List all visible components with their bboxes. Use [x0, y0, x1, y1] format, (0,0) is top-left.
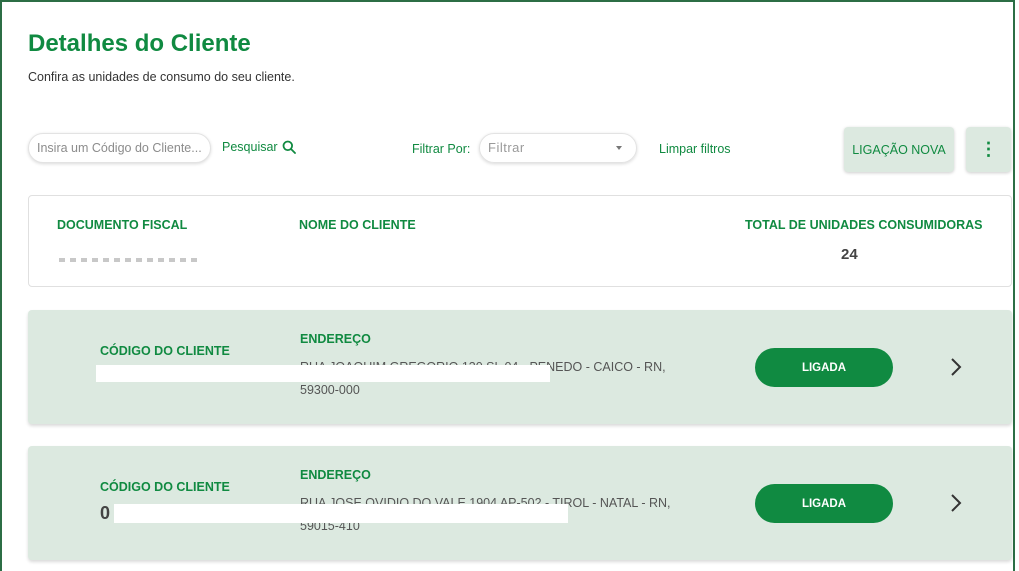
redaction-bar	[96, 365, 550, 382]
document-label: DOCUMENTO FISCAL	[57, 218, 188, 232]
filter-label: Filtrar Por:	[412, 142, 471, 156]
filter-select[interactable]: Filtrar	[479, 133, 637, 163]
chevron-right-icon[interactable]	[948, 355, 964, 379]
client-info-card: DOCUMENTO FISCAL NOME DO CLIENTE TOTAL D…	[28, 195, 1012, 287]
chevron-right-icon[interactable]	[948, 491, 964, 515]
client-code-label: CÓDIGO DO CLIENTE	[100, 480, 230, 494]
more-vertical-icon[interactable]: ⋮	[966, 127, 1011, 172]
client-code-label: CÓDIGO DO CLIENTE	[100, 344, 230, 358]
address-label: ENDEREÇO	[300, 468, 371, 482]
document-value-masked	[59, 258, 199, 262]
client-name-label: NOME DO CLIENTE	[299, 218, 416, 232]
caret-down-icon	[616, 146, 622, 150]
unit-card[interactable]: CÓDIGO DO CLIENTE ENDEREÇO RUA JOAQUIM G…	[28, 310, 1012, 424]
filter-select-placeholder: Filtrar	[488, 140, 525, 155]
new-connection-button[interactable]: LIGAÇÃO NOVA	[844, 127, 954, 172]
clear-filters-link[interactable]: Limpar filtros	[659, 142, 731, 156]
address-label: ENDEREÇO	[300, 332, 371, 346]
status-button[interactable]: LIGADA	[755, 484, 893, 523]
search-button-label: Pesquisar	[222, 140, 278, 154]
search-input[interactable]	[28, 133, 211, 163]
status-button[interactable]: LIGADA	[755, 348, 893, 387]
total-units-label: TOTAL DE UNIDADES CONSUMIDORAS	[745, 218, 983, 232]
redaction-bar	[114, 504, 568, 523]
search-icon	[282, 140, 296, 154]
unit-card[interactable]: CÓDIGO DO CLIENTE 0 ENDEREÇO RUA JOSE OV…	[28, 446, 1012, 560]
page-subtitle: Confira as unidades de consumo do seu cl…	[28, 70, 295, 84]
address-line-2: 59300-000	[300, 383, 360, 397]
page-title: Detalhes do Cliente	[28, 30, 251, 57]
client-code-value: 0	[100, 503, 111, 523]
search-button[interactable]: Pesquisar	[222, 140, 296, 154]
total-units-value: 24	[841, 246, 858, 263]
